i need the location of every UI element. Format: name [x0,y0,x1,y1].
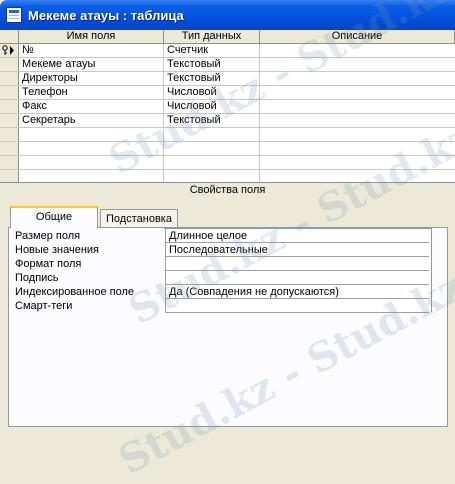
property-label: Индексированное поле [15,286,134,298]
table-row[interactable]: Мекеме атауы Текстовый [0,58,455,72]
table-row[interactable]: Директоры Текстовый [0,72,455,86]
property-label: Новые значения [15,244,100,256]
table-row[interactable] [0,156,455,170]
description-cell[interactable] [260,86,455,99]
property-value[interactable] [165,299,429,313]
property-value[interactable] [165,271,429,285]
row-selector[interactable] [0,128,19,141]
table-row[interactable]: Факс Числовой [0,100,455,114]
field-name-cell[interactable]: № [19,44,164,57]
field-name-cell[interactable] [19,156,164,169]
window-title: Мекеме атауы : таблица [28,7,184,23]
property-label: Смарт-теги [15,300,73,312]
tab-general[interactable]: Общие [10,206,98,228]
field-name-cell[interactable]: Мекеме атауы [19,58,164,71]
column-header-data-type[interactable]: Тип данных [164,30,260,43]
table-row[interactable]: Секретарь Текстовый [0,114,455,128]
header-selector [0,30,19,43]
table-icon [6,7,22,23]
table-row[interactable] [0,128,455,142]
property-row[interactable]: Формат поля [15,257,429,271]
title-bar[interactable]: Мекеме атауы : таблица [0,0,455,30]
property-row[interactable]: Смарт-теги [15,299,429,313]
description-cell[interactable] [260,72,455,85]
property-label: Размер поля [15,230,81,242]
data-type-cell[interactable] [164,156,260,169]
field-name-cell[interactable] [19,128,164,141]
property-label: Подпись [15,272,59,284]
description-cell[interactable] [260,156,455,169]
property-row[interactable]: Размер поля Длинное целое [15,229,429,243]
field-properties-panel: Общие Подстановка Размер поля Длинное це… [0,198,455,435]
property-value[interactable]: Последовательные [165,243,429,257]
description-cell[interactable] [260,44,455,57]
field-grid[interactable]: Имя поля Тип данных Описание № Счетчик М… [0,30,455,184]
data-type-cell[interactable] [164,128,260,141]
data-type-cell[interactable]: Текстовый [164,72,260,85]
tab-lookup[interactable]: Подстановка [100,209,178,229]
data-type-cell[interactable]: Числовой [164,100,260,113]
description-cell[interactable] [260,128,455,141]
description-cell[interactable] [260,114,455,127]
column-header-field-name[interactable]: Имя поля [19,30,164,43]
field-name-cell[interactable]: Факс [19,100,164,113]
property-row[interactable]: Новые значения Последовательные [15,243,429,257]
field-name-cell[interactable]: Секретарь [19,114,164,127]
row-selector[interactable] [0,72,19,85]
row-selector[interactable] [0,156,19,169]
property-row[interactable]: Индексированное поле Да (Совпадения не д… [15,285,429,299]
description-cell[interactable] [260,58,455,71]
description-cell[interactable] [260,100,455,113]
row-selector[interactable] [0,58,19,71]
column-header-description[interactable]: Описание [260,30,455,43]
field-name-cell[interactable]: Директоры [19,72,164,85]
general-properties: Размер поля Длинное целое Новые значения… [8,227,448,427]
description-cell[interactable] [260,142,455,155]
table-row[interactable]: Телефон Числовой [0,86,455,100]
table-row[interactable]: № Счетчик [0,44,455,58]
row-selector[interactable] [0,142,19,155]
property-value[interactable] [165,257,429,271]
data-type-cell[interactable]: Числовой [164,86,260,99]
property-value[interactable]: Да (Совпадения не допускаются) [165,285,429,299]
row-selector[interactable] [0,44,19,57]
data-type-cell[interactable]: Текстовый [164,114,260,127]
row-selector[interactable] [0,86,19,99]
grid-header: Имя поля Тип данных Описание [0,30,455,44]
row-selector[interactable] [0,100,19,113]
table-row[interactable] [0,142,455,156]
primary-key-icon [2,45,14,55]
data-type-cell[interactable] [164,142,260,155]
property-row[interactable]: Подпись [15,271,429,285]
data-type-cell[interactable]: Текстовый [164,58,260,71]
row-selector[interactable] [0,114,19,127]
field-properties-title: Свойства поля [0,182,455,198]
field-name-cell[interactable]: Телефон [19,86,164,99]
property-value[interactable]: Длинное целое [165,229,429,243]
data-type-cell[interactable]: Счетчик [164,44,260,57]
field-name-cell[interactable] [19,142,164,155]
property-label: Формат поля [15,258,82,270]
